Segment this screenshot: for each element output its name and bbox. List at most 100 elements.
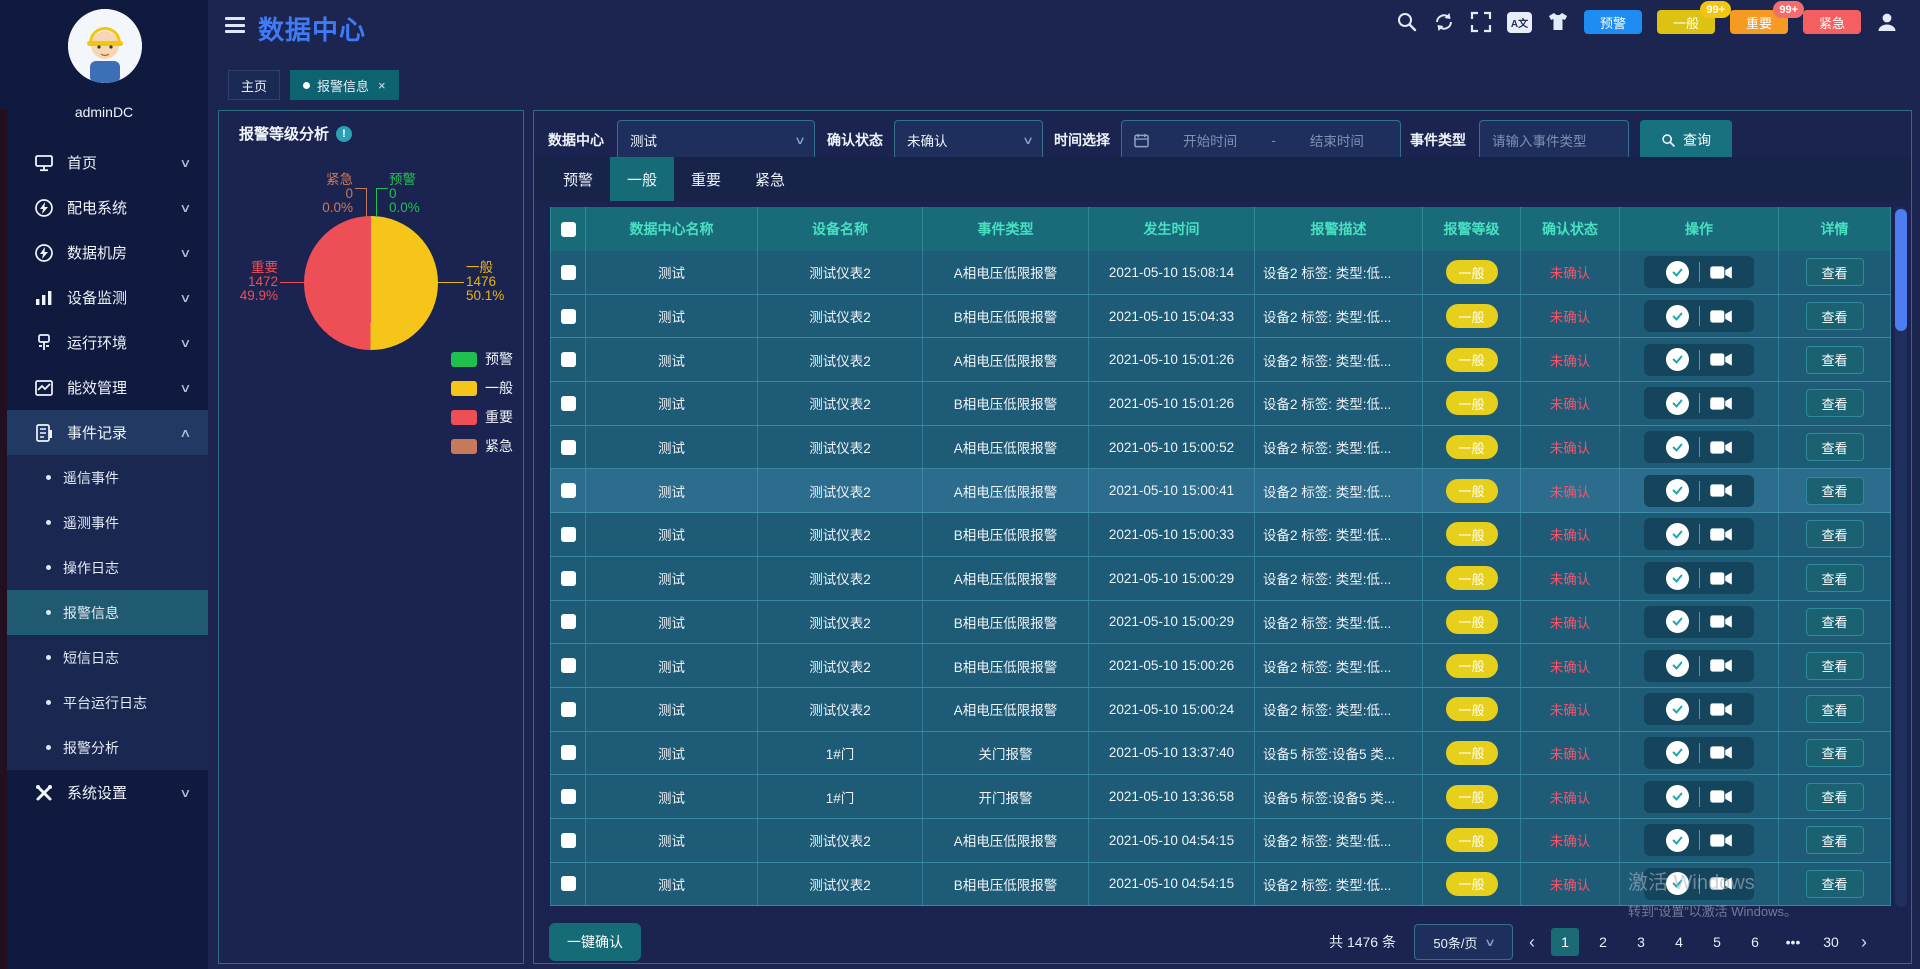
video-camera-icon[interactable] — [1710, 658, 1733, 673]
confirm-icon[interactable] — [1666, 567, 1689, 590]
close-icon[interactable]: × — [378, 78, 386, 93]
sidebar-item-system-settings[interactable]: 系统设置 ∨ — [0, 770, 208, 815]
sidebar-item-data-room[interactable]: 数据机房 ∨ — [0, 230, 208, 275]
fullscreen-icon[interactable] — [1470, 11, 1492, 33]
view-detail-button[interactable]: 查看 — [1806, 826, 1864, 854]
view-detail-button[interactable]: 查看 — [1806, 564, 1864, 592]
tab-forewarn[interactable]: 预警 — [546, 157, 610, 201]
query-button[interactable]: 查询 — [1640, 120, 1732, 160]
page-number[interactable]: 6 — [1741, 928, 1769, 956]
confirm-all-button[interactable]: 一键确认 — [549, 923, 641, 961]
row-checkbox[interactable] — [561, 396, 576, 411]
view-detail-button[interactable]: 查看 — [1806, 739, 1864, 767]
row-checkbox[interactable] — [561, 440, 576, 455]
breadcrumb-active-tab[interactable]: 报警信息 × — [290, 70, 399, 100]
confirm-icon[interactable] — [1666, 785, 1689, 808]
menu-toggle-button[interactable] — [225, 17, 245, 33]
view-detail-button[interactable]: 查看 — [1806, 346, 1864, 374]
sidebar-submenu-item[interactable]: 报警信息 — [0, 590, 208, 635]
view-detail-button[interactable]: 查看 — [1806, 302, 1864, 330]
table-row[interactable]: 测试 测试仪表2 B相电压低限报警 2021-05-10 15:01:26 设备… — [550, 382, 1891, 426]
status-select[interactable]: 未确认 ∨ — [894, 120, 1043, 160]
sidebar-item-energy[interactable]: 能效管理 ∨ — [0, 365, 208, 410]
dc-select[interactable]: 测试 ∨ — [617, 120, 815, 160]
confirm-icon[interactable] — [1666, 261, 1689, 284]
legend-item-normal[interactable]: 一般 — [451, 378, 513, 398]
confirm-icon[interactable] — [1666, 741, 1689, 764]
sidebar-submenu-item[interactable]: 操作日志 — [0, 545, 208, 590]
confirm-icon[interactable] — [1666, 436, 1689, 459]
sidebar-item-home[interactable]: 首页 ∨ — [0, 140, 208, 185]
tab-major[interactable]: 重要 — [674, 157, 738, 201]
table-row[interactable]: 测试 测试仪表2 A相电压低限报警 2021-05-10 15:00:52 设备… — [550, 426, 1891, 470]
page-number[interactable]: 2 — [1589, 928, 1617, 956]
confirm-icon[interactable] — [1666, 523, 1689, 546]
view-detail-button[interactable]: 查看 — [1806, 258, 1864, 286]
sidebar-submenu-item[interactable]: 遥测事件 — [0, 500, 208, 545]
row-checkbox[interactable] — [561, 658, 576, 673]
event-type-input[interactable]: 请输入事件类型 — [1479, 120, 1629, 160]
row-checkbox[interactable] — [561, 789, 576, 804]
table-row[interactable]: 测试 测试仪表2 B相电压低限报警 2021-05-10 15:00:26 设备… — [550, 644, 1891, 688]
scrollbar-thumb[interactable] — [1895, 209, 1907, 331]
video-camera-icon[interactable] — [1710, 396, 1733, 411]
table-row[interactable]: 测试 测试仪表2 A相电压低限报警 2021-05-10 15:08:14 设备… — [550, 251, 1891, 295]
row-checkbox[interactable] — [561, 527, 576, 542]
legend-item-urgent[interactable]: 紧急 — [451, 436, 513, 456]
row-checkbox[interactable] — [561, 702, 576, 717]
page-size-select[interactable]: 50条/页 ∨ — [1414, 924, 1513, 960]
row-checkbox[interactable] — [561, 571, 576, 586]
confirm-icon[interactable] — [1666, 698, 1689, 721]
page-number[interactable]: ••• — [1779, 928, 1807, 956]
user-icon[interactable] — [1876, 11, 1898, 33]
video-camera-icon[interactable] — [1710, 265, 1733, 280]
confirm-icon[interactable] — [1666, 479, 1689, 502]
tab-urgent[interactable]: 紧急 — [738, 157, 802, 201]
view-detail-button[interactable]: 查看 — [1806, 389, 1864, 417]
table-row[interactable]: 测试 测试仪表2 A相电压低限报警 2021-05-10 15:00:41 设备… — [550, 469, 1891, 513]
alarm-pill-urgent[interactable]: 紧急 — [1803, 10, 1861, 34]
alarm-pill-normal[interactable]: 一般 99+ — [1657, 10, 1715, 34]
translate-icon[interactable]: A文 — [1507, 12, 1532, 33]
alarm-pill-forewarn[interactable]: 预警 — [1584, 10, 1642, 34]
video-camera-icon[interactable] — [1710, 352, 1733, 367]
prev-page-arrow[interactable]: ‹ — [1525, 932, 1539, 953]
confirm-icon[interactable] — [1666, 392, 1689, 415]
confirm-icon[interactable] — [1666, 872, 1689, 895]
row-checkbox[interactable] — [561, 614, 576, 629]
sidebar-submenu-item[interactable]: 平台运行日志 — [0, 680, 208, 725]
table-row[interactable]: 测试 测试仪表2 B相电压低限报警 2021-05-10 04:54:15 设备… — [550, 863, 1891, 907]
refresh-icon[interactable] — [1433, 11, 1455, 33]
video-camera-icon[interactable] — [1710, 483, 1733, 498]
theme-shirt-icon[interactable] — [1547, 11, 1569, 33]
video-camera-icon[interactable] — [1710, 571, 1733, 586]
video-camera-icon[interactable] — [1710, 614, 1733, 629]
confirm-icon[interactable] — [1666, 610, 1689, 633]
end-time-input[interactable]: 结束时间 — [1286, 130, 1388, 150]
start-time-input[interactable]: 开始时间 — [1159, 130, 1261, 150]
video-camera-icon[interactable] — [1710, 309, 1733, 324]
table-row[interactable]: 测试 测试仪表2 A相电压低限报警 2021-05-10 15:00:24 设备… — [550, 688, 1891, 732]
sidebar-item-environment[interactable]: 运行环境 ∨ — [0, 320, 208, 365]
sidebar-submenu-item[interactable]: 遥信事件 — [0, 455, 208, 500]
info-icon[interactable]: ! — [336, 126, 352, 142]
page-number[interactable]: 4 — [1665, 928, 1693, 956]
legend-item-forewarn[interactable]: 预警 — [451, 349, 513, 369]
table-row[interactable]: 测试 1#门 关门报警 2021-05-10 13:37:40 设备5 标签:设… — [550, 732, 1891, 776]
confirm-icon[interactable] — [1666, 829, 1689, 852]
row-checkbox[interactable] — [561, 265, 576, 280]
view-detail-button[interactable]: 查看 — [1806, 783, 1864, 811]
row-checkbox[interactable] — [561, 876, 576, 891]
search-icon[interactable] — [1396, 11, 1418, 33]
table-row[interactable]: 测试 测试仪表2 A相电压低限报警 2021-05-10 15:01:26 设备… — [550, 338, 1891, 382]
sidebar-submenu-item[interactable]: 短信日志 — [0, 635, 208, 680]
table-row[interactable]: 测试 1#门 开门报警 2021-05-10 13:36:58 设备5 标签:设… — [550, 775, 1891, 819]
sidebar-item-event-records[interactable]: 事件记录 ∧ — [0, 410, 208, 455]
view-detail-button[interactable]: 查看 — [1806, 477, 1864, 505]
row-checkbox[interactable] — [561, 745, 576, 760]
row-checkbox[interactable] — [561, 352, 576, 367]
confirm-icon[interactable] — [1666, 348, 1689, 371]
row-checkbox[interactable] — [561, 309, 576, 324]
row-checkbox[interactable] — [561, 483, 576, 498]
page-number[interactable]: 30 — [1817, 928, 1845, 956]
